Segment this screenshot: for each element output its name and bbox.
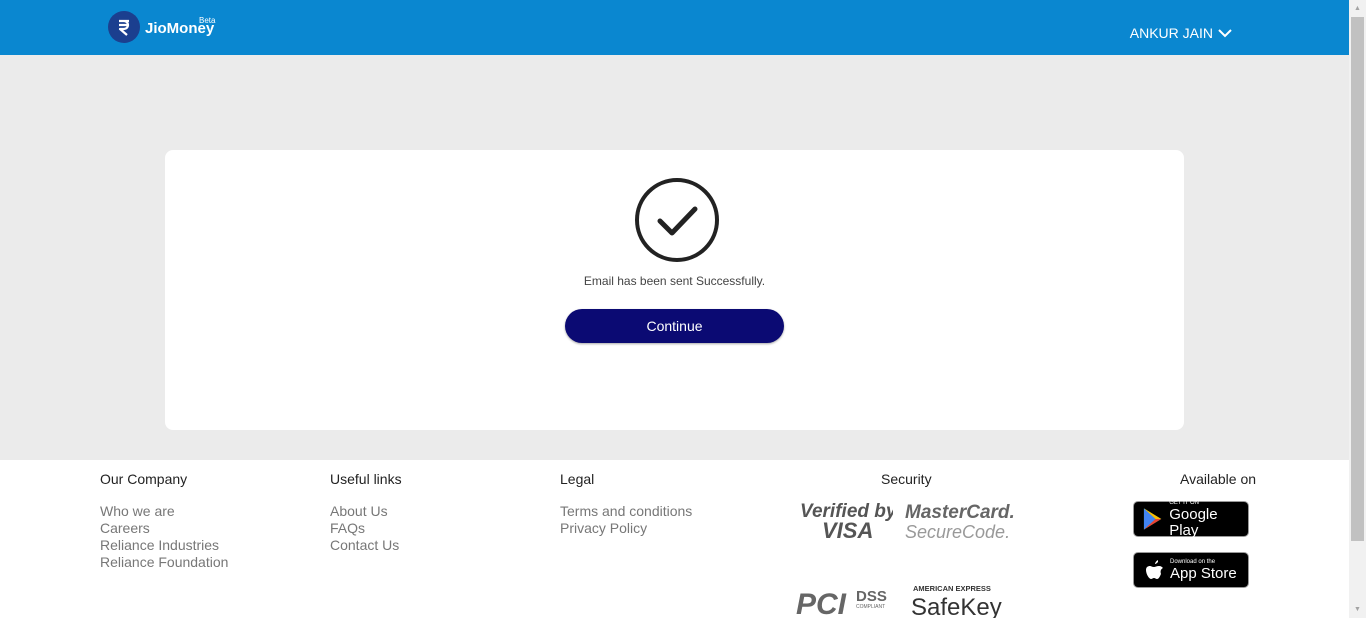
scroll-thumb[interactable] xyxy=(1351,17,1364,541)
mastercard-securecode-logo: MasterCard. SecureCode. xyxy=(905,502,1014,542)
footer: Our Company Who we are Careers Reliance … xyxy=(0,460,1349,618)
verified-by-visa-logo: Verified by VISA xyxy=(800,501,893,542)
footer-our-company: Our Company Who we are Careers Reliance … xyxy=(100,471,228,571)
security-heading: Security xyxy=(881,471,932,487)
beta-tag: Beta xyxy=(199,16,216,25)
success-check-icon xyxy=(635,178,719,262)
top-header: JioMoney Beta ANKUR JAIN xyxy=(0,0,1349,55)
svg-text:DSS: DSS xyxy=(856,588,887,605)
svg-text:AMERICAN EXPRESS: AMERICAN EXPRESS xyxy=(913,584,991,593)
footer-legal: Legal Terms and conditions Privacy Polic… xyxy=(560,471,692,537)
pci-dss-logo: PCI DSS COMPLIANT xyxy=(796,588,887,618)
user-name: ANKUR JAIN xyxy=(1129,25,1213,41)
vertical-scrollbar[interactable]: ▲ ▼ xyxy=(1349,0,1366,618)
user-menu[interactable]: ANKUR JAIN xyxy=(1130,25,1232,41)
amex-safekey-logo: AMERICAN EXPRESS SafeKey xyxy=(911,584,1002,618)
svg-text:VISA: VISA xyxy=(822,518,873,542)
svg-text:PCI: PCI xyxy=(796,588,847,618)
footer-useful-links: Useful links About Us FAQs Contact Us xyxy=(330,471,402,554)
footer-link-terms[interactable]: Terms and conditions xyxy=(560,503,692,520)
google-play-icon xyxy=(1143,508,1162,530)
footer-link-reliance-foundation[interactable]: Reliance Foundation xyxy=(100,554,228,571)
footer-link-contact-us[interactable]: Contact Us xyxy=(330,537,402,554)
footer-link-faqs[interactable]: FAQs xyxy=(330,520,402,537)
success-card: Email has been sent Successfully. Contin… xyxy=(165,150,1184,430)
success-message: Email has been sent Successfully. xyxy=(583,274,766,288)
footer-link-who-we-are[interactable]: Who we are xyxy=(100,503,228,520)
footer-link-about-us[interactable]: About Us xyxy=(330,503,402,520)
app-store-badge[interactable]: Download on the App Store xyxy=(1133,552,1249,588)
svg-text:COMPLIANT: COMPLIANT xyxy=(856,604,885,610)
footer-heading: Our Company xyxy=(100,471,188,487)
svg-text:SecureCode.: SecureCode. xyxy=(905,522,1010,542)
footer-link-careers[interactable]: Careers xyxy=(100,520,228,537)
jiomoney-logo[interactable]: JioMoney Beta xyxy=(108,11,216,43)
available-on-heading: Available on xyxy=(1180,471,1257,487)
app-store-big-text: App Store xyxy=(1170,564,1237,582)
footer-heading: Legal xyxy=(560,471,595,487)
svg-text:SafeKey: SafeKey xyxy=(911,594,1002,618)
rupee-logo-icon xyxy=(108,11,140,43)
google-play-big-text: Google Play xyxy=(1169,505,1218,539)
continue-button[interactable]: Continue xyxy=(565,309,784,343)
footer-link-privacy[interactable]: Privacy Policy xyxy=(560,520,692,537)
footer-link-reliance-industries[interactable]: Reliance Industries xyxy=(100,537,228,554)
apple-icon xyxy=(1146,560,1163,579)
footer-heading: Useful links xyxy=(330,471,402,487)
scroll-up-icon[interactable]: ▲ xyxy=(1349,0,1366,17)
svg-text:MasterCard.: MasterCard. xyxy=(905,502,1014,523)
google-play-badge[interactable]: GET IT ON Google Play xyxy=(1133,500,1249,539)
scroll-down-icon[interactable]: ▼ xyxy=(1349,601,1366,618)
chevron-down-icon xyxy=(1218,28,1232,37)
